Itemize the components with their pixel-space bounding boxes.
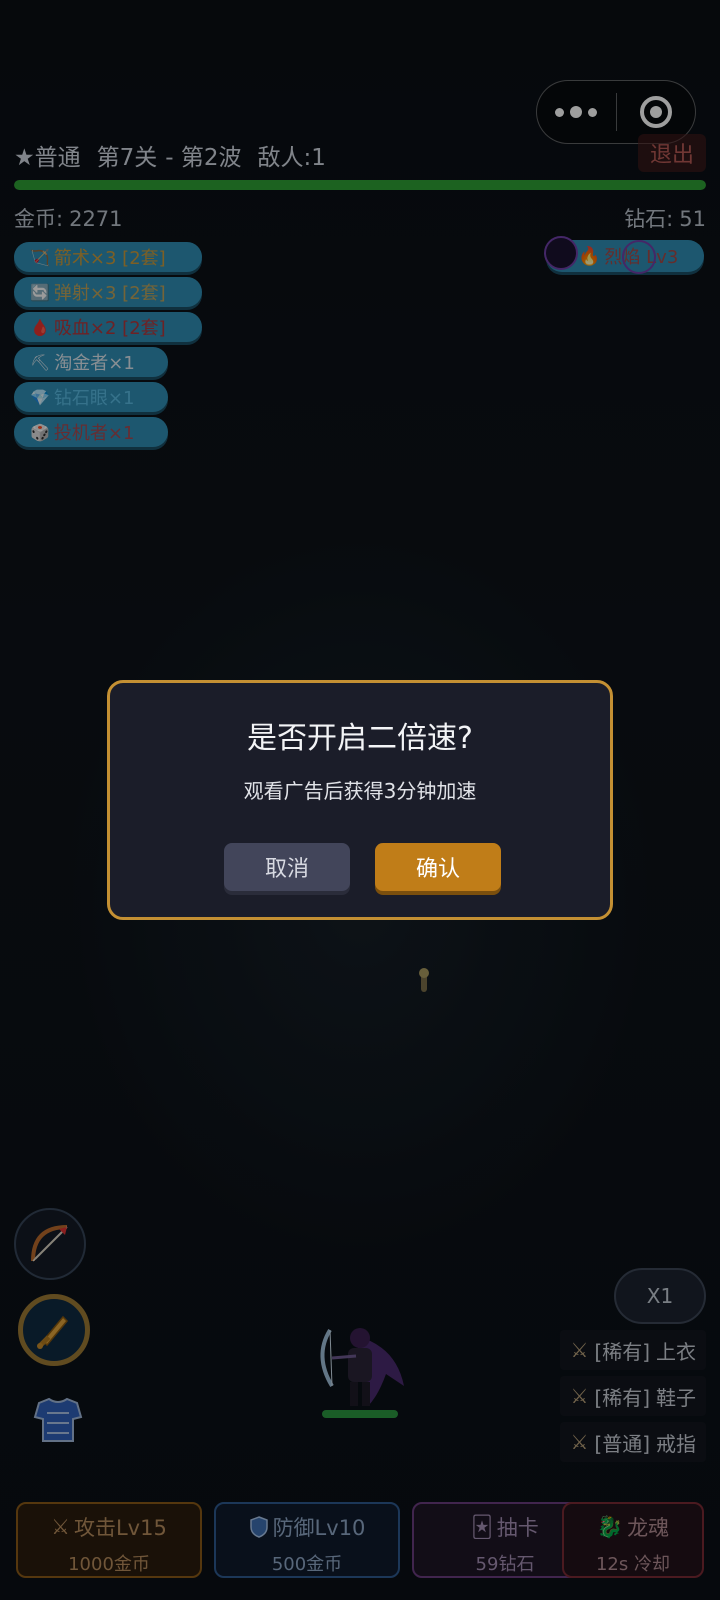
dialog-title: 是否开启二倍速?: [247, 721, 473, 756]
dialog-message: 观看广告后获得3分钟加速: [243, 779, 477, 803]
double-speed-dialog: 是否开启二倍速? 观看广告后获得3分钟加速 取消 确认: [107, 680, 613, 920]
confirm-button[interactable]: 确认: [375, 843, 501, 891]
cancel-button[interactable]: 取消: [224, 843, 350, 891]
